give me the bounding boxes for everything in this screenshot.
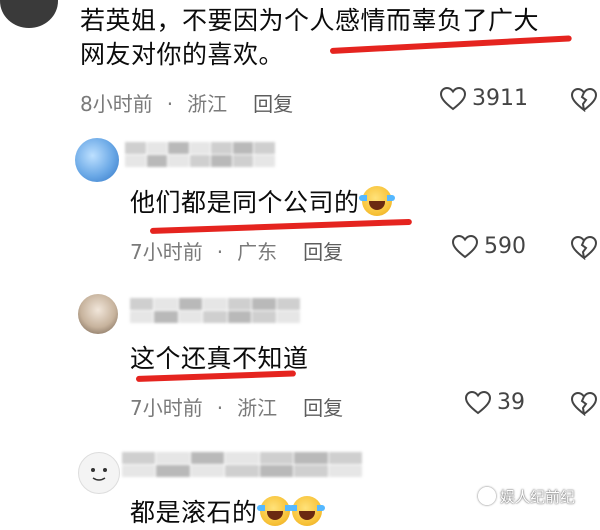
comment-text-2: 他们都是同个公司的	[130, 186, 395, 220]
commenter-avatar-2[interactable]	[75, 138, 119, 182]
commenter-avatar-4[interactable]	[78, 452, 120, 494]
cartoon-face-icon	[91, 468, 107, 481]
like-count: 590	[484, 234, 526, 259]
comment-4-text: 都是滚石的	[130, 498, 258, 527]
commenter-avatar-1[interactable]	[0, 0, 58, 28]
crying-laughing-emoji-icon	[256, 496, 293, 526]
rolling-laughing-emoji-icon	[358, 186, 395, 216]
comment-time: 8小时前	[80, 92, 153, 116]
comment-text-4: 都是滚石的	[130, 496, 325, 530]
comment-location: 浙江	[187, 92, 228, 116]
blurred-username-4	[122, 452, 362, 477]
heart-outline-icon	[440, 86, 466, 110]
dislike-button-1[interactable]	[570, 87, 598, 116]
like-button-1[interactable]: 3911	[440, 86, 528, 111]
comment-location: 浙江	[237, 396, 278, 420]
broken-heart-icon	[570, 235, 598, 261]
reply-button[interactable]: 回复	[303, 240, 343, 264]
reply-button[interactable]: 回复	[303, 396, 343, 420]
crying-laughing-emoji-icon	[288, 496, 325, 526]
comment-3-text: 这个还真不知道	[130, 344, 309, 373]
broken-heart-icon	[570, 391, 598, 417]
comment-time: 7小时前	[130, 240, 203, 264]
like-button-2[interactable]: 590	[452, 234, 526, 259]
comment-meta-2: 7小时前 · 广东 回复	[130, 236, 343, 265]
like-count: 39	[497, 390, 525, 415]
watermark-icon	[478, 487, 496, 505]
commenter-avatar-3[interactable]	[78, 294, 118, 334]
meta-separator: ·	[216, 240, 224, 264]
meta-separator: ·	[166, 92, 174, 116]
blurred-username-3	[130, 298, 300, 323]
reply-button[interactable]: 回复	[253, 92, 293, 116]
heart-outline-icon	[452, 234, 478, 258]
dislike-button-3[interactable]	[570, 391, 598, 420]
like-count: 3911	[472, 86, 528, 111]
watermark: 娱人纪前纪	[478, 486, 575, 507]
heart-outline-icon	[465, 390, 491, 414]
blurred-username-2	[125, 142, 275, 167]
comment-time: 7小时前	[130, 396, 203, 420]
watermark-text: 娱人纪前纪	[500, 488, 576, 506]
comment-location: 广东	[237, 240, 278, 264]
dislike-button-2[interactable]	[570, 235, 598, 264]
comment-meta-3: 7小时前 · 浙江 回复	[130, 392, 343, 421]
meta-separator: ·	[216, 396, 224, 420]
like-button-3[interactable]: 39	[465, 390, 525, 415]
comment-meta-1: 8小时前 · 浙江 回复	[80, 88, 293, 117]
comment-2-text: 他们都是同个公司的	[130, 188, 360, 217]
comment-1-line-1: 若英姐，不要因为个人感情而辜负了广大	[80, 6, 540, 35]
broken-heart-icon	[570, 87, 598, 113]
red-underline-2	[149, 218, 412, 234]
